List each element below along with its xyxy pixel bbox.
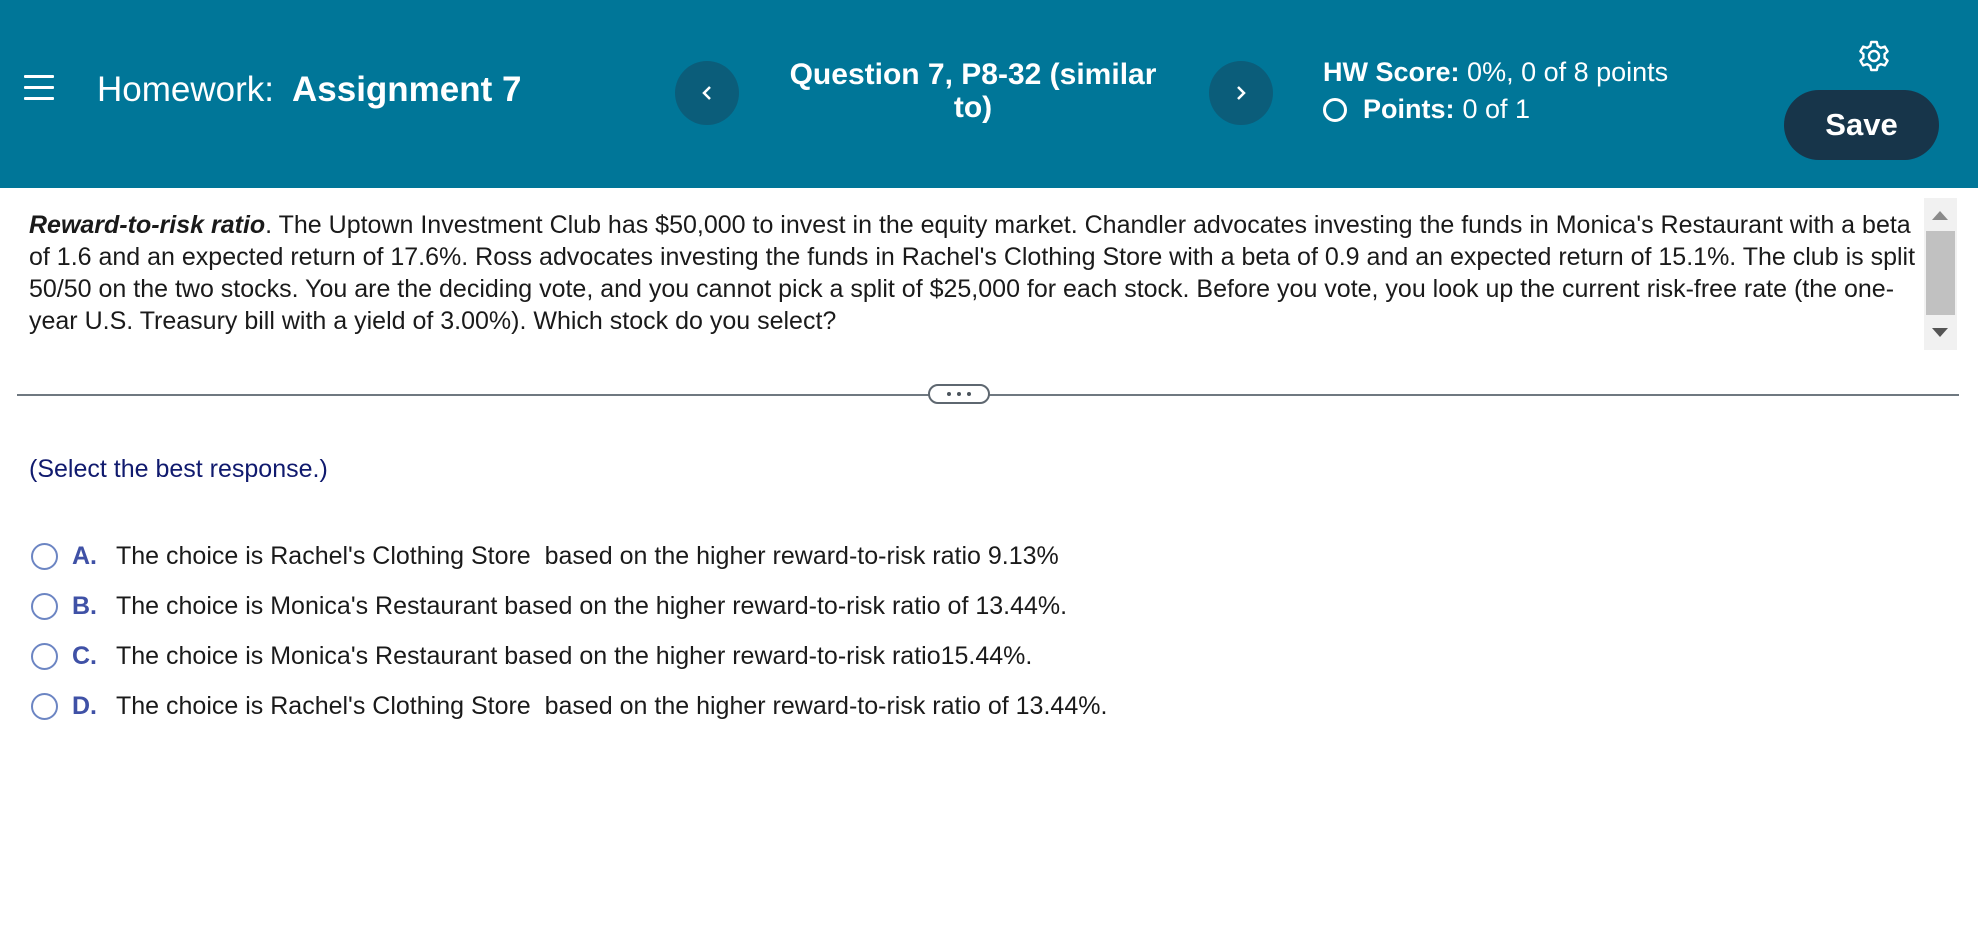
problem-scrollbar[interactable]: [1924, 198, 1957, 350]
save-button[interactable]: Save: [1784, 90, 1939, 160]
circle-outline-icon: [1323, 97, 1347, 122]
option-letter: B.: [72, 591, 97, 620]
previous-question-button[interactable]: [675, 61, 739, 125]
gear-icon[interactable]: [1856, 39, 1892, 75]
scroll-down-arrow-icon[interactable]: [1932, 328, 1948, 337]
radio-button[interactable]: [31, 642, 58, 670]
hw-score: HW Score: 0%, 0 of 8 points: [1323, 57, 1668, 88]
problem-lead: Reward-to-risk ratio: [29, 211, 266, 239]
option-letter: D.: [72, 691, 97, 720]
assignment-name: Assignment 7: [291, 70, 522, 109]
hw-score-value: 0%, 0 of 8 points: [1467, 57, 1669, 87]
chevron-right-icon: [1237, 86, 1246, 100]
problem-text: . The Uptown Investment Club has $50,000…: [29, 211, 1916, 335]
radio-button[interactable]: [31, 592, 58, 620]
option-text: The choice is Rachel's Clothing Store ba…: [116, 691, 1108, 720]
points-label: Points:: [1363, 94, 1455, 124]
answer-option-c[interactable]: C. The choice is Monica's Restaurant bas…: [31, 631, 1431, 681]
radio-button[interactable]: [31, 692, 58, 720]
scroll-up-arrow-icon[interactable]: [1932, 211, 1948, 220]
option-letter: A.: [72, 541, 97, 570]
pane-resize-handle[interactable]: [928, 384, 990, 404]
option-letter: C.: [72, 641, 97, 670]
question-points: Points: 0 of 1: [1323, 94, 1530, 125]
answer-option-d[interactable]: D. The choice is Rachel's Clothing Store…: [31, 681, 1431, 731]
answer-option-a[interactable]: A. The choice is Rachel's Clothing Store…: [31, 531, 1431, 581]
scroll-thumb[interactable]: [1926, 231, 1955, 315]
homework-prefix: Homework:: [97, 70, 274, 109]
option-text: The choice is Monica's Restaurant based …: [116, 591, 1068, 620]
option-text: The choice is Rachel's Clothing Store ba…: [116, 541, 1059, 570]
homework-title: Homework: Assignment 7: [97, 70, 521, 110]
radio-button[interactable]: [31, 542, 58, 570]
points-value: 0 of 1: [1462, 94, 1531, 124]
answer-options: A. The choice is Rachel's Clothing Store…: [31, 531, 1431, 731]
chevron-left-icon: [702, 86, 711, 100]
next-question-button[interactable]: [1209, 61, 1273, 125]
response-instruction: (Select the best response.): [29, 455, 328, 483]
question-title: Question 7, P8-32 (similar to): [789, 58, 1157, 124]
hw-score-label: HW Score:: [1323, 57, 1460, 87]
answer-option-b[interactable]: B. The choice is Monica's Restaurant bas…: [31, 581, 1431, 631]
app-header: Homework: Assignment 7 Question 7, P8-32 …: [0, 0, 1978, 188]
problem-statement: Reward-to-risk ratio. The Uptown Investm…: [29, 209, 1919, 337]
hamburger-menu-icon[interactable]: [24, 75, 54, 105]
option-text: The choice is Monica's Restaurant based …: [116, 641, 1033, 670]
